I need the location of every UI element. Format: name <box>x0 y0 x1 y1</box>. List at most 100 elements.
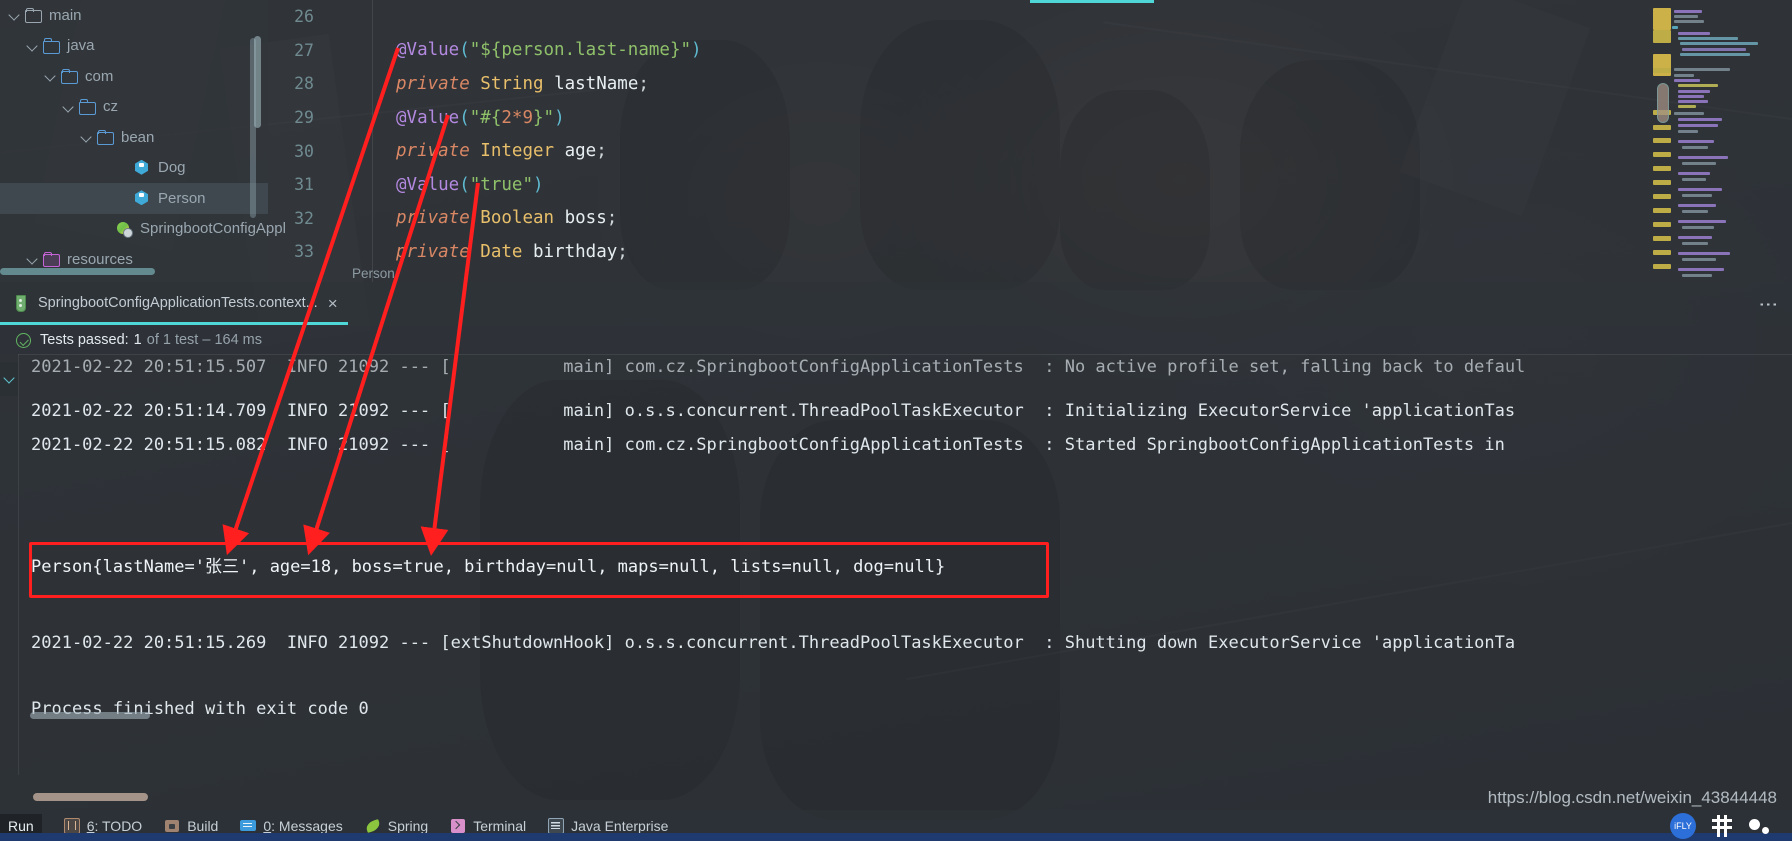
code-token: ) <box>554 107 565 128</box>
status-bar-item-java-enterprise[interactable]: Java Enterprise <box>548 817 669 834</box>
chevron-down-icon[interactable] <box>80 130 94 144</box>
code-line-32[interactable]: 32 private Boolean boss; <box>268 202 1792 236</box>
code-line-27[interactable]: 27 @Value("${person.last-name}") <box>268 34 1792 68</box>
project-tree-horizontal-scrollbar[interactable] <box>0 268 155 275</box>
tree-item-com[interactable]: com <box>0 61 268 92</box>
console-log-line: 2021-02-22 20:51:15.507 INFO 21092 --- [… <box>31 357 1526 377</box>
run-tab-active-underline <box>0 322 348 325</box>
editor-vertical-scrollbar[interactable] <box>254 36 261 128</box>
build-icon <box>164 818 180 834</box>
chevron-down-icon[interactable] <box>26 39 40 53</box>
code-editor[interactable]: 26 27 @Value("${person.last-name}") 28 priva… <box>254 0 1792 282</box>
chevron-down-icon[interactable] <box>26 252 40 266</box>
status-bar-item-label: Java Enterprise <box>571 817 669 834</box>
code-token: "${person.last-name}" <box>469 40 692 61</box>
code-token: ( <box>459 40 470 61</box>
code-token: Boolean <box>480 208 565 229</box>
tree-item-bean[interactable]: bean <box>0 122 268 153</box>
code-line-26[interactable]: 26 <box>268 0 1792 34</box>
java-class-icon <box>133 189 151 207</box>
status-bar-item-build[interactable]: Build <box>164 818 218 834</box>
chevron-down-icon[interactable] <box>62 100 76 114</box>
code-token: Date <box>480 241 533 262</box>
tree-item-java[interactable]: java <box>0 31 268 62</box>
blog-watermark: https://blog.csdn.net/weixin_43844448 <box>1487 788 1777 807</box>
console-shutdown-line: 2021-02-22 20:51:15.269 INFO 21092 --- [… <box>31 633 1516 653</box>
messages-icon <box>240 818 257 834</box>
folder-blue-icon <box>79 99 97 115</box>
ifly-tray-icon[interactable]: iFLY <box>1670 813 1696 839</box>
tree-item-main[interactable]: main <box>0 0 268 31</box>
folder-icon <box>25 7 43 24</box>
code-token: birthday <box>532 241 618 262</box>
os-taskbar <box>0 833 1792 841</box>
code-token: 2*9 <box>501 107 533 128</box>
code-token: ; <box>606 208 618 229</box>
test-tube-icon <box>12 294 28 312</box>
run-tool-window: SpringbootConfigApplicationTests.context… <box>0 282 1792 775</box>
code-line-text: private Integer age; <box>396 141 607 161</box>
status-bar-item-spring[interactable]: Spring <box>365 818 428 834</box>
terminal-icon <box>450 818 466 834</box>
editor-area: main java com cz bean Dog Person SpringbootConf… <box>0 0 1792 282</box>
console-person-output: Person{lastName='张三', age=18, boss=true,… <box>31 557 946 577</box>
line-number: 26 <box>294 7 314 27</box>
code-token: lastName <box>554 73 639 94</box>
tree-item-label: java <box>67 37 95 55</box>
line-number: 29 <box>294 108 314 128</box>
code-line-28[interactable]: 28 private String lastName; <box>268 67 1792 101</box>
project-tool-window[interactable]: main java com cz bean Dog Person SpringbootConf… <box>0 0 286 282</box>
tree-item-label: cz <box>103 98 118 116</box>
code-line-text: private String lastName; <box>396 74 649 94</box>
console-process-finished-line: Process finished with exit code 0 <box>31 699 369 719</box>
status-bar-item-label: Terminal <box>473 817 527 834</box>
green-check-circle-icon <box>16 332 31 348</box>
code-line-31[interactable]: 31 @Value("true") <box>268 168 1792 202</box>
editor-breadcrumb[interactable]: Person <box>352 266 395 281</box>
tool-window-horizontal-scrollbar[interactable] <box>33 793 148 801</box>
code-token: ) <box>691 40 702 61</box>
status-bar-item-label: 0: Messages <box>263 817 343 834</box>
code-token: private <box>396 241 481 262</box>
network-tray-icon[interactable] <box>1748 815 1774 839</box>
code-line-30[interactable]: 30 private Integer age; <box>268 134 1792 168</box>
code-token: age <box>564 141 597 162</box>
tree-item-label: resources <box>67 250 133 268</box>
editor-minimap[interactable] <box>1640 0 1792 282</box>
tree-item-label: main <box>49 6 82 24</box>
tree-item-dog[interactable]: Dog <box>0 153 268 184</box>
status-bar-item-6-todo[interactable]: 6: TODO <box>63 817 142 834</box>
spring-leaf-icon <box>365 818 381 834</box>
java-enterprise-icon <box>548 817 565 834</box>
chevron-down-icon[interactable] <box>44 69 58 83</box>
run-tab-label: SpringbootConfigApplicationTests.context… <box>38 295 318 311</box>
console-log-line: 2021-02-22 20:51:14.709 INFO 21092 --- [… <box>31 401 1516 421</box>
code-line-text: @Value("#{2*9}") <box>396 108 565 128</box>
code-line-33[interactable]: 33 private Date birthday; <box>268 235 1792 269</box>
tree-item-person[interactable]: Person <box>0 183 268 214</box>
code-line-29[interactable]: 29 @Value("#{2*9}") <box>268 101 1792 135</box>
code-token: private <box>396 208 481 229</box>
minimap-thumb[interactable] <box>1657 83 1669 123</box>
tree-item-cz[interactable]: cz <box>0 92 268 123</box>
run-tab-springboot-tests[interactable]: SpringbootConfigApplicationTests.context… <box>12 288 338 318</box>
input-method-tray-icon[interactable] <box>1710 815 1734 839</box>
todo-icon <box>63 817 80 834</box>
more-options-icon[interactable]: ⋮ <box>1756 295 1779 316</box>
status-bar-item-0-messages[interactable]: 0: Messages <box>240 817 343 834</box>
close-icon[interactable]: × <box>328 295 338 312</box>
console-horizontal-scrollbar[interactable] <box>30 712 150 719</box>
code-token: ( <box>459 174 470 195</box>
folder-blue-icon <box>43 38 61 54</box>
tree-item-springbootconfigappl[interactable]: SpringbootConfigAppl <box>0 214 286 245</box>
code-token: @Value <box>396 40 460 61</box>
folder-purple-icon <box>43 251 61 268</box>
tree-item-label: Dog <box>158 159 186 177</box>
console-output[interactable]: 2021-02-22 20:51:15.507 INFO 21092 --- [… <box>0 354 1792 775</box>
status-bar-items: 6: TODO Build 0: Messages Spring Terminal Jav… <box>42 817 669 834</box>
chevron-down-icon[interactable] <box>8 8 22 22</box>
console-log-line: 2021-02-22 20:51:15.082 INFO 21092 --- [… <box>31 435 1516 455</box>
code-token: ; <box>596 141 607 162</box>
tests-passed-detail: of 1 test – 164 ms <box>146 332 263 348</box>
status-bar-item-terminal[interactable]: Terminal <box>450 818 526 834</box>
